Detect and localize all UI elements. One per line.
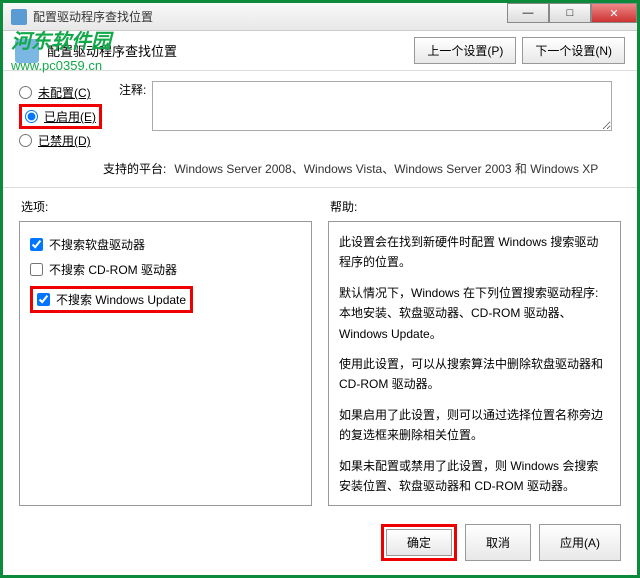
chk-windows-update-label: 不搜索 Windows Update <box>56 291 186 308</box>
maximize-button[interactable]: □ <box>549 3 591 23</box>
help-text: 如果未配置或禁用了此设置，则 Windows 会搜索安装位置、软盘驱动器和 CD… <box>339 456 610 497</box>
window-title: 配置驱动程序查找位置 <box>33 8 153 25</box>
cancel-button[interactable]: 取消 <box>465 524 531 561</box>
apply-button[interactable]: 应用(A) <box>539 524 621 561</box>
policy-title: 配置驱动程序查找位置 <box>47 41 414 60</box>
label-enabled: 已启用(E) <box>44 108 96 125</box>
chk-windows-update[interactable] <box>37 293 50 306</box>
help-text: 此设置会在找到新硬件时配置 Windows 搜索驱动程序的位置。 <box>339 232 610 273</box>
chk-floppy-label: 不搜索软盘驱动器 <box>49 236 145 253</box>
chk-cdrom[interactable] <box>30 263 43 276</box>
radio-disabled[interactable] <box>19 134 32 147</box>
next-setting-button[interactable]: 下一个设置(N) <box>522 37 625 64</box>
help-text: 使用此设置，可以从搜索算法中删除软盘驱动器和 CD-ROM 驱动器。 <box>339 354 610 395</box>
comment-label: 注释: <box>119 81 146 98</box>
minimize-button[interactable]: — <box>507 3 549 23</box>
label-disabled: 已禁用(D) <box>38 132 91 149</box>
help-text: 默认情况下，Windows 在下列位置搜索驱动程序: 本地安装、软盘驱动器、CD… <box>339 283 610 344</box>
help-text: 如果启用了此设置，则可以通过选择位置名称旁边的复选框来删除相关位置。 <box>339 405 610 446</box>
options-title: 选项: <box>19 198 312 215</box>
header: 配置驱动程序查找位置 上一个设置(P) 下一个设置(N) <box>3 31 637 71</box>
radio-enabled[interactable] <box>25 110 38 123</box>
prev-setting-button[interactable]: 上一个设置(P) <box>414 37 516 64</box>
comment-input[interactable] <box>152 81 612 131</box>
help-panel: 此设置会在找到新硬件时配置 Windows 搜索驱动程序的位置。 默认情况下，W… <box>328 221 621 506</box>
titlebar: 配置驱动程序查找位置 — □ ✕ <box>3 3 637 31</box>
radio-not-configured[interactable] <box>19 86 32 99</box>
policy-icon <box>15 39 39 63</box>
help-title: 帮助: <box>328 198 621 215</box>
options-panel: 不搜索软盘驱动器 不搜索 CD-ROM 驱动器 不搜索 Windows Upda… <box>19 221 312 506</box>
app-icon <box>11 9 27 25</box>
label-not-configured: 未配置(C) <box>38 84 91 101</box>
ok-button[interactable]: 确定 <box>386 529 452 556</box>
chk-floppy[interactable] <box>30 238 43 251</box>
chk-cdrom-label: 不搜索 CD-ROM 驱动器 <box>49 261 177 278</box>
platform-value: Windows Server 2008、Windows Vista、Window… <box>174 160 598 177</box>
close-button[interactable]: ✕ <box>591 3 637 23</box>
platform-label: 支持的平台: <box>103 160 166 177</box>
